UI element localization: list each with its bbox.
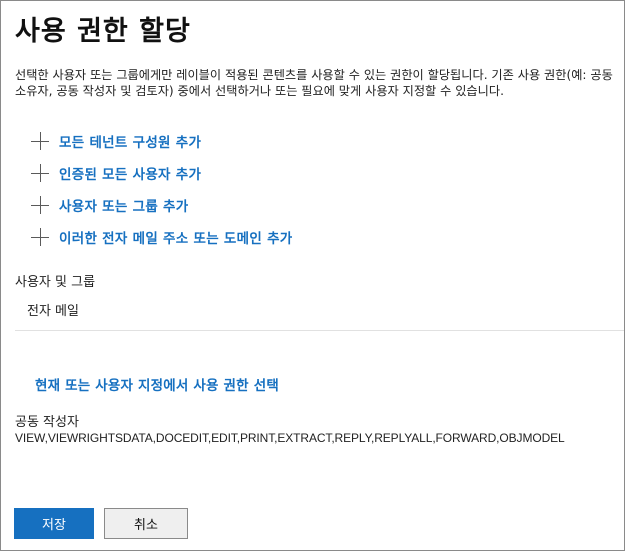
permission-rights: VIEW,VIEWRIGHTSDATA,DOCEDIT,EDIT,PRINT,E… <box>15 431 565 445</box>
add-option-label: 인증된 모든 사용자 추가 <box>59 167 202 183</box>
plus-icon <box>31 228 49 246</box>
email-column-header: 전자 메일 <box>27 304 79 319</box>
choose-permissions-link[interactable]: 현재 또는 사용자 지정에서 사용 권한 선택 <box>35 374 279 394</box>
add-option-label: 이러한 전자 메일 주소 또는 도메인 추가 <box>59 231 293 247</box>
add-users-or-groups-button[interactable]: 사용자 또는 그룹 추가 <box>31 189 293 221</box>
add-option-label: 모든 테넌트 구성원 추가 <box>59 135 202 151</box>
assign-permissions-dialog: 사용 권한 할당 선택한 사용자 또는 그룹에게만 레이블이 적용된 콘텐츠를 … <box>0 0 625 551</box>
plus-icon <box>31 132 49 150</box>
permission-level: 공동 작성자 <box>15 415 79 430</box>
add-option-label: 사용자 또는 그룹 추가 <box>59 199 189 215</box>
add-emails-or-domains-button[interactable]: 이러한 전자 메일 주소 또는 도메인 추가 <box>31 221 293 253</box>
users-groups-label: 사용자 및 그룹 <box>15 275 96 290</box>
plus-icon <box>31 164 49 182</box>
add-all-tenant-members-button[interactable]: 모든 테넌트 구성원 추가 <box>31 125 293 157</box>
cancel-button[interactable]: 취소 <box>104 508 188 539</box>
add-authenticated-users-button[interactable]: 인증된 모든 사용자 추가 <box>31 157 293 189</box>
add-options-list: 모든 테넌트 구성원 추가 인증된 모든 사용자 추가 사용자 또는 그룹 추가… <box>31 125 293 253</box>
save-button[interactable]: 저장 <box>14 508 94 539</box>
divider <box>15 330 624 331</box>
dialog-title: 사용 권한 할당 <box>15 16 191 47</box>
dialog-description: 선택한 사용자 또는 그룹에게만 레이블이 적용된 콘텐츠를 사용할 수 있는 … <box>15 68 613 98</box>
plus-icon <box>31 196 49 214</box>
